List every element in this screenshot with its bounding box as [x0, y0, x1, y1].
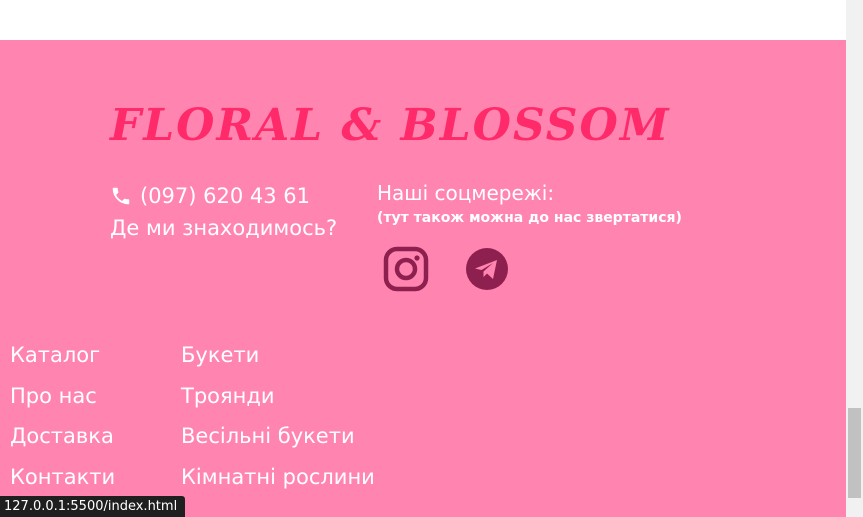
vertical-scrollbar[interactable]: [846, 0, 863, 517]
instagram-icon[interactable]: [383, 246, 429, 292]
scrollbar-thumb[interactable]: [848, 408, 861, 498]
site-footer: FLORAL & BLOSSOM (097) 620 43 61 Де ми з…: [0, 40, 846, 517]
location-link[interactable]: Де ми знаходимось?: [110, 212, 337, 244]
nav-link-catalog[interactable]: Каталог: [10, 335, 181, 376]
telegram-icon[interactable]: [464, 246, 510, 292]
nav-link-about[interactable]: Про нас: [10, 376, 181, 417]
phone-row[interactable]: (097) 620 43 61: [110, 180, 337, 212]
contact-block: (097) 620 43 61 Де ми знаходимось?: [110, 180, 337, 244]
footer-nav: Каталог Про нас Доставка Контакти Букети…: [10, 335, 375, 497]
status-bar-url: 127.0.0.1:5500/index.html: [0, 496, 186, 517]
nav-link-house-plants[interactable]: Кімнатні рослини: [181, 457, 375, 498]
page-viewport: FLORAL & BLOSSOM (097) 620 43 61 Де ми з…: [0, 0, 846, 517]
phone-number[interactable]: (097) 620 43 61: [140, 180, 310, 212]
social-icons: [383, 246, 510, 292]
nav-link-contacts[interactable]: Контакти: [10, 457, 181, 498]
nav-link-roses[interactable]: Троянди: [181, 376, 375, 417]
nav-link-wedding-bouquets[interactable]: Весільні букети: [181, 416, 375, 457]
category-menu: Букети Троянди Весільні букети Кімнатні …: [181, 335, 375, 497]
social-note: (тут також можна до нас звертатися): [377, 210, 682, 226]
social-block: Наші соцмережі: (тут також можна до нас …: [377, 180, 682, 292]
social-title: Наші соцмережі:: [377, 181, 555, 205]
nav-link-delivery[interactable]: Доставка: [10, 416, 181, 457]
phone-icon: [112, 187, 130, 205]
brand-logo[interactable]: FLORAL & BLOSSOM: [110, 100, 671, 151]
main-menu: Каталог Про нас Доставка Контакти: [10, 335, 181, 497]
nav-link-bouquets[interactable]: Букети: [181, 335, 375, 376]
